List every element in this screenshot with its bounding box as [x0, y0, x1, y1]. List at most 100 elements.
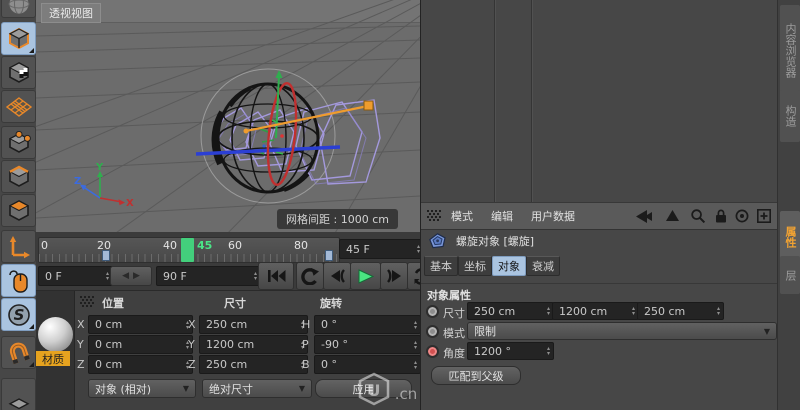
tab-layers[interactable]: 层 — [780, 256, 800, 294]
tick-40: 40 — [163, 239, 177, 252]
grid-spacing-chip: 网格间距 : 1000 cm — [277, 209, 398, 229]
keyframe-dot-size[interactable] — [426, 305, 439, 318]
workplane-mode-icon[interactable] — [1, 90, 36, 123]
pos-y-field[interactable]: 0 cm — [88, 335, 193, 354]
prev-key-button[interactable] — [296, 262, 324, 290]
pos-z-field[interactable]: 0 cm — [88, 355, 193, 374]
fit-to-parent-button[interactable]: 匹配到父级 — [431, 366, 521, 385]
object-title: 螺旋对象 [螺旋] — [456, 233, 534, 249]
prev-frame-button[interactable] — [323, 262, 351, 290]
size-z-field[interactable]: 250 cm — [199, 355, 308, 374]
spline-end-handle[interactable] — [364, 101, 373, 110]
rot-h-label: H — [302, 318, 310, 331]
end-frame-field[interactable]: 90 F — [156, 266, 261, 286]
drag-handle-icon[interactable] — [80, 296, 94, 308]
spiral-object-icon — [429, 233, 446, 249]
goto-start-button[interactable] — [258, 262, 294, 290]
spinner-icon[interactable] — [106, 271, 109, 281]
cinema4d-window: S — [0, 0, 800, 410]
svg-text:S: S — [13, 306, 24, 324]
next-frame-button[interactable] — [380, 262, 408, 290]
keyframe-dot-angle[interactable] — [426, 345, 439, 358]
position-mode-dropdown[interactable]: 对象 (相对)▼ — [88, 379, 196, 398]
tab-coordinates[interactable]: 坐标 — [458, 256, 492, 276]
angle-label: 角度 — [443, 345, 465, 361]
perspective-viewport[interactable]: Y Z X 透视视图 网格间距 : 1000 cm — [36, 0, 420, 233]
menu-user-data[interactable]: 用户数据 — [531, 208, 575, 224]
object-manager-empty[interactable] — [421, 0, 777, 202]
keyframe-dot-mode[interactable] — [426, 325, 439, 338]
attr-size-y-field[interactable]: 1200 cm — [552, 302, 639, 320]
prev-key-icon — [301, 268, 319, 285]
timeline: 0 20 40 60 80 45 45 F 0 F ◀▶ 90 F — [36, 232, 420, 290]
tab-object[interactable]: 对象 — [492, 256, 526, 276]
edges-mode-icon[interactable] — [1, 160, 36, 193]
texture-mode-icon[interactable] — [1, 56, 36, 89]
spinner-icon[interactable] — [414, 360, 417, 370]
current-frame-field[interactable]: 45 F — [339, 239, 424, 259]
material-tab[interactable]: 材质 — [36, 351, 70, 366]
start-frame-field[interactable]: 0 F — [38, 266, 113, 286]
tab-basic[interactable]: 基本 — [424, 256, 458, 276]
magnet-tool-icon[interactable] — [1, 336, 36, 369]
snap-s-icon[interactable]: S — [1, 298, 36, 331]
size-mode-dropdown[interactable]: 绝对尺寸▼ — [202, 379, 312, 398]
viewport-title-chip[interactable]: 透视视图 — [41, 3, 101, 23]
apply-button[interactable]: 应用 — [315, 379, 412, 398]
range-arrows-button[interactable]: ◀▶ — [110, 266, 152, 286]
keyframe-marker-88[interactable] — [325, 250, 333, 261]
new-panel-icon[interactable] — [757, 209, 771, 223]
lock-icon[interactable] — [715, 209, 727, 223]
menu-mode[interactable]: 模式 — [451, 208, 473, 224]
axis-mode-icon[interactable] — [1, 230, 36, 263]
spinner-icon[interactable] — [547, 346, 550, 356]
chevron-down-icon: ▼ — [299, 384, 305, 393]
menu-edit[interactable]: 编辑 — [491, 208, 513, 224]
spinner-icon[interactable] — [414, 320, 417, 330]
search-icon[interactable] — [691, 209, 705, 223]
attr-size-x-field[interactable]: 250 cm — [467, 302, 554, 320]
axis-y-label: Y — [95, 162, 104, 173]
size-x-field[interactable]: 250 cm — [199, 315, 308, 334]
rot-h-field[interactable]: 0 ° — [314, 315, 421, 334]
size-y-label: Y — [188, 338, 195, 351]
play-button[interactable] — [350, 262, 381, 290]
position-header: 位置 — [102, 295, 124, 311]
object-properties-header: 对象属性 — [421, 283, 777, 301]
track-target-icon[interactable] — [735, 209, 749, 223]
spinner-icon[interactable] — [254, 271, 257, 281]
size-y-field[interactable]: 1200 cm — [199, 335, 308, 354]
pos-x-field[interactable]: 0 cm — [88, 315, 193, 334]
attr-size-z-field[interactable]: 250 cm — [637, 302, 724, 320]
rot-p-label: P — [302, 338, 309, 351]
mode-dropdown[interactable]: 限制▼ — [467, 322, 777, 340]
render-view-icon[interactable] — [1, 0, 36, 18]
left-arrow-icon: ◀ — [122, 271, 129, 281]
up-one-level-icon[interactable] — [666, 210, 679, 223]
tab-content-browser[interactable]: 内容浏览器 — [780, 5, 800, 95]
spinner-icon[interactable] — [632, 306, 635, 316]
history-back-icon[interactable] — [635, 210, 652, 223]
polygons-mode-icon[interactable] — [1, 194, 36, 227]
rot-b-field[interactable]: 0 ° — [314, 355, 421, 374]
viewport-canvas[interactable]: Y Z X — [36, 0, 420, 232]
keyframe-marker-20[interactable] — [102, 250, 110, 261]
timeline-ruler[interactable]: 0 20 40 60 80 45 — [38, 237, 340, 263]
angle-field[interactable]: 1200 ° — [467, 342, 554, 360]
size-header: 尺寸 — [224, 295, 246, 311]
spinner-icon[interactable] — [414, 340, 417, 350]
spinner-icon[interactable] — [717, 306, 720, 316]
viewport-solo-icon[interactable] — [1, 264, 36, 297]
model-mode-icon[interactable] — [1, 22, 36, 55]
bottom-tool-partial-icon[interactable] — [1, 378, 36, 410]
right-panel: 模式 编辑 用户数据 螺旋对象 [螺旋] 基本 坐标 对象 衰减 对象属性 尺寸… — [420, 0, 800, 410]
points-mode-icon[interactable] — [1, 126, 36, 159]
drag-handle-icon[interactable] — [427, 210, 441, 222]
tab-falloff[interactable]: 衰减 — [526, 256, 560, 276]
rot-p-field[interactable]: -90 ° — [314, 335, 421, 354]
spinner-icon[interactable] — [547, 306, 550, 316]
material-thumbnail[interactable] — [38, 317, 73, 352]
rot-b-label: B — [302, 358, 310, 371]
tab-structure[interactable]: 构造 — [780, 90, 800, 142]
playhead[interactable] — [181, 238, 194, 262]
